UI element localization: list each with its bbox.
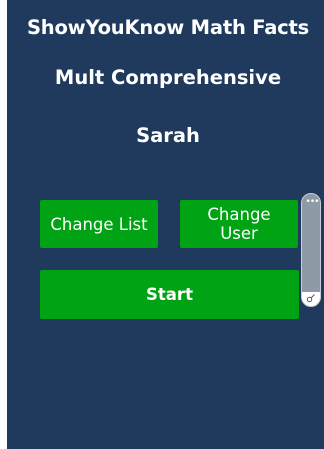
app-title: ShowYouKnow Math Facts bbox=[26, 16, 310, 39]
more-dots-icon[interactable]: ••• bbox=[302, 197, 322, 207]
handle-foot bbox=[302, 292, 320, 306]
resize-icon[interactable] bbox=[306, 293, 316, 303]
change-user-button[interactable]: Change User bbox=[180, 200, 298, 248]
start-button[interactable]: Start bbox=[40, 270, 299, 319]
list-name: Mult Comprehensive bbox=[54, 66, 282, 89]
change-list-button[interactable]: Change List bbox=[40, 200, 158, 248]
side-panel-handle[interactable]: ••• bbox=[301, 193, 321, 307]
user-name: Sarah bbox=[136, 124, 200, 147]
app-screen: ShowYouKnow Math Facts Mult Comprehensiv… bbox=[7, 0, 324, 449]
